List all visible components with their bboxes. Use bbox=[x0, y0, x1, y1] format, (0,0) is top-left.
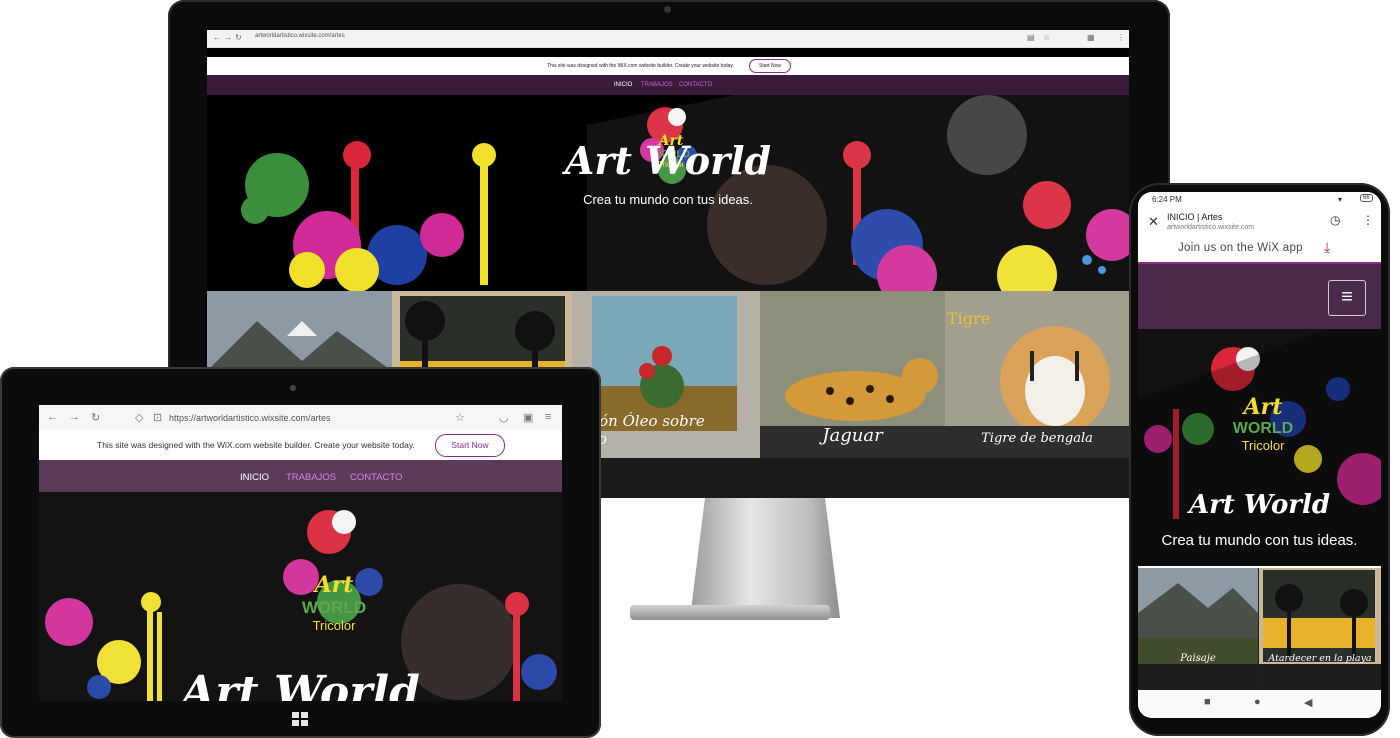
back-icon[interactable]: ← bbox=[213, 33, 221, 42]
status-time: 6:24 PM bbox=[1152, 195, 1182, 204]
site-nav: INICIO TRABAJOS CONTACTO bbox=[207, 75, 1129, 95]
logo-tricolor: Tricolor bbox=[1241, 438, 1285, 453]
lock-icon: ⊡ bbox=[153, 412, 163, 424]
join-text: Join us on the WiX app bbox=[1178, 242, 1303, 254]
start-now-button[interactable]: Start Now bbox=[749, 59, 791, 73]
status-bar: 6:24 PM ▾ 66 bbox=[1138, 192, 1381, 208]
tiger-sign-text: Tigre bbox=[947, 309, 991, 328]
android-nav-bar: ■ ● ◀ bbox=[1138, 690, 1381, 718]
extensions-icon[interactable]: ▣ bbox=[523, 411, 533, 424]
nav-trabajos[interactable]: TRABAJOS bbox=[286, 472, 336, 483]
site-title: Art World bbox=[564, 138, 772, 183]
browser-toolbar: ✕ INICIO | Artes artworldartistico.wixsi… bbox=[1138, 208, 1381, 236]
close-icon[interactable]: ✕ bbox=[1148, 214, 1159, 230]
menu-dots-icon[interactable]: ⋮ bbox=[1362, 213, 1374, 227]
logo-world: WORLD bbox=[1232, 420, 1294, 437]
banner-text: This site was designed with the WiX.com … bbox=[547, 63, 734, 69]
menu-dots-icon[interactable]: ⋮ bbox=[1117, 33, 1125, 42]
gallery-tile-jaguar[interactable]: Jaguar bbox=[760, 291, 945, 458]
wix-banner: This site was designed with the WiX.com … bbox=[39, 430, 562, 462]
shield-icon[interactable]: ◇ bbox=[135, 411, 143, 424]
caption-paisaje: Paisaje bbox=[1180, 653, 1216, 664]
start-now-button[interactable]: Start Now bbox=[435, 434, 505, 457]
translate-icon[interactable]: ▤ bbox=[1027, 33, 1035, 42]
monitor-stand-base bbox=[630, 605, 830, 620]
logo-tricolor: Tricolor bbox=[312, 618, 356, 633]
history-icon[interactable]: ◷ bbox=[1330, 213, 1340, 227]
gallery-strip: Paisaje Atardecer en la playa bbox=[1138, 568, 1381, 690]
address-bar[interactable]: https://artworldartistico.wixsite.com/ar… bbox=[169, 413, 331, 423]
nav-contacto[interactable]: CONTACTO bbox=[350, 472, 402, 483]
apple-logo-icon bbox=[658, 466, 680, 488]
wix-app-banner[interactable]: Join us on the WiX app ⤓ bbox=[1138, 236, 1381, 264]
site-title: Art World bbox=[1188, 490, 1331, 520]
recents-icon[interactable]: ■ bbox=[1204, 696, 1211, 708]
download-icon[interactable]: ⤓ bbox=[1324, 239, 1330, 256]
reload-icon[interactable]: ↻ bbox=[91, 411, 100, 424]
logo-art: Art bbox=[1243, 394, 1283, 420]
phone-screen: 6:24 PM ▾ 66 ✕ INICIO | Artes artworldar… bbox=[1138, 192, 1381, 718]
nav-contacto[interactable]: CONTACTO bbox=[679, 82, 712, 88]
nav-inicio[interactable]: INICIO bbox=[614, 82, 632, 88]
site-nav: INICIO TRABAJOS CONTACTO bbox=[39, 460, 562, 492]
gallery-tile-atardecer[interactable]: Atardecer en la playa bbox=[1259, 568, 1381, 690]
forward-icon[interactable]: → bbox=[69, 411, 80, 423]
address-bar[interactable]: artworldartistico.wixsite.com bbox=[1167, 224, 1254, 231]
battery-indicator: 66 bbox=[1360, 194, 1373, 202]
hamburger-menu-icon[interactable]: ≡ bbox=[1328, 280, 1366, 316]
gallery-tile-paisaje[interactable]: Paisaje bbox=[1138, 568, 1258, 690]
gallery-tile-tigre[interactable]: Tigre Tigre de bengala bbox=[945, 291, 1129, 458]
extensions-icon[interactable]: ▦ bbox=[1087, 33, 1095, 42]
wix-banner: This site was designed with the WiX.com … bbox=[207, 57, 1129, 76]
caption-atardecer: Atardecer en la playa bbox=[1268, 653, 1372, 664]
star-icon[interactable]: ☆ bbox=[455, 411, 465, 424]
reload-icon[interactable]: ↻ bbox=[235, 33, 242, 42]
pocket-icon[interactable]: ◡ bbox=[499, 411, 509, 424]
windows-logo-icon bbox=[292, 712, 308, 726]
page-title: INICIO | Artes bbox=[1167, 212, 1223, 222]
forward-icon[interactable]: → bbox=[224, 33, 232, 42]
browser-toolbar: ← → ↻ ◇ ⊡ https://artworldartistico.wixs… bbox=[39, 405, 562, 431]
home-icon[interactable]: ● bbox=[1254, 696, 1261, 708]
caption-tigre: Tigre de bengala bbox=[981, 431, 1093, 446]
camera-icon bbox=[664, 6, 671, 13]
star-icon[interactable]: ☆ bbox=[1043, 33, 1050, 42]
tagline: Crea tu mundo con tus ideas. bbox=[583, 192, 753, 207]
browser-toolbar: ← → ↻ artworldartistico.wixsite.com/arte… bbox=[207, 30, 1129, 48]
caption-jaguar: Jaguar bbox=[822, 425, 883, 446]
site-title: Art World bbox=[181, 667, 420, 701]
tagline: Crea tu mundo con tus ideas. bbox=[1161, 532, 1358, 549]
tablet-screen: ← → ↻ ◇ ⊡ https://artworldartistico.wixs… bbox=[39, 405, 562, 701]
menu-icon[interactable]: ≡ bbox=[545, 411, 551, 423]
back-icon[interactable]: ◀ bbox=[1304, 696, 1312, 709]
back-icon[interactable]: ← bbox=[47, 411, 58, 423]
site-header: ≡ bbox=[1138, 264, 1381, 329]
wifi-icon: ▾ bbox=[1338, 195, 1343, 204]
banner-text: This site was designed with the WiX.com … bbox=[97, 440, 415, 450]
camera-icon bbox=[290, 385, 296, 391]
logo-world: WORLD bbox=[301, 598, 367, 617]
monitor-stand bbox=[690, 498, 840, 618]
logo-art: Art bbox=[314, 572, 354, 598]
nav-inicio[interactable]: INICIO bbox=[240, 472, 269, 483]
nav-trabajos[interactable]: TRABAJOS bbox=[641, 82, 673, 88]
address-bar[interactable]: artworldartistico.wixsite.com/artes bbox=[255, 33, 345, 39]
hero-section: Art WORLD Tricolor bbox=[1138, 329, 1381, 566]
